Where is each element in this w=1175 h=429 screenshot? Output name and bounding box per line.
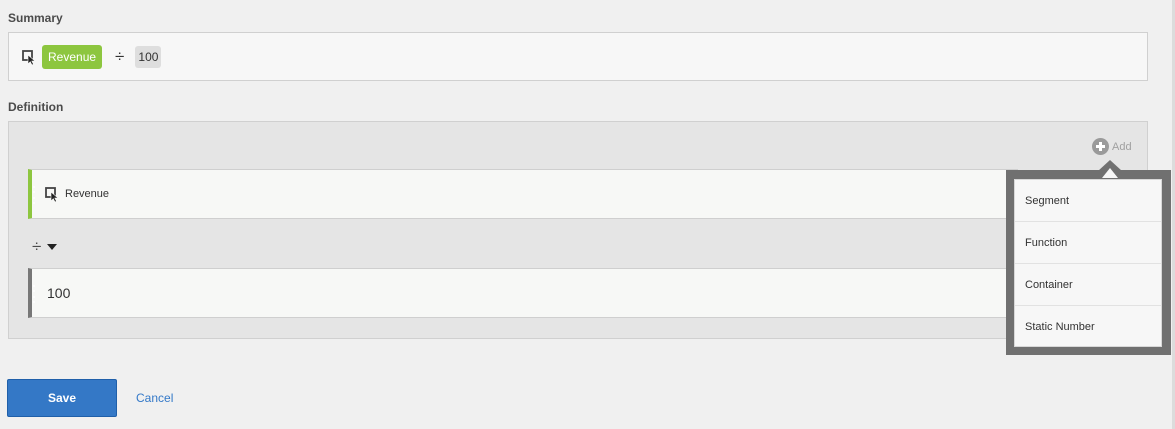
caret-down-icon bbox=[47, 243, 58, 250]
add-menu-pointer-inner bbox=[1102, 168, 1118, 178]
summary-heading: Summary bbox=[8, 11, 63, 25]
add-button[interactable]: Add bbox=[1092, 138, 1132, 155]
add-menu-item-container[interactable]: Container bbox=[1015, 264, 1161, 306]
plus-circle-icon bbox=[1092, 138, 1109, 155]
static-number-value[interactable]: 100 bbox=[47, 285, 70, 301]
add-menu-item-segment[interactable]: Segment bbox=[1015, 180, 1161, 222]
summary-static-number-pill: 100 bbox=[135, 45, 162, 68]
add-menu: Segment Function Container Static Number bbox=[1014, 179, 1162, 347]
metric-cursor-icon bbox=[22, 49, 38, 65]
definition-row-metric[interactable]: Revenue bbox=[28, 169, 1018, 219]
add-button-label: Add bbox=[1112, 140, 1132, 153]
summary-metric-pill: Revenue bbox=[42, 44, 103, 69]
save-button[interactable]: Save bbox=[7, 379, 117, 417]
add-menu-item-static-number[interactable]: Static Number bbox=[1015, 306, 1161, 348]
definition-row-label: Revenue bbox=[65, 188, 110, 200]
cancel-link[interactable]: Cancel bbox=[136, 391, 173, 405]
definition-heading: Definition bbox=[8, 100, 64, 114]
summary-formula: Revenue ÷ 100 bbox=[8, 32, 1148, 81]
drag-handle-icon[interactable] bbox=[32, 285, 36, 303]
divide-operator-icon: ÷ bbox=[32, 237, 42, 256]
operator-dropdown[interactable]: ÷ bbox=[32, 237, 58, 256]
summary-divide-operator: ÷ bbox=[115, 47, 125, 66]
definition-row-static-number[interactable]: 100 bbox=[28, 268, 1018, 318]
add-menu-item-function[interactable]: Function bbox=[1015, 222, 1161, 264]
metric-cursor-icon bbox=[45, 186, 61, 203]
drag-handle-icon[interactable] bbox=[32, 186, 36, 204]
